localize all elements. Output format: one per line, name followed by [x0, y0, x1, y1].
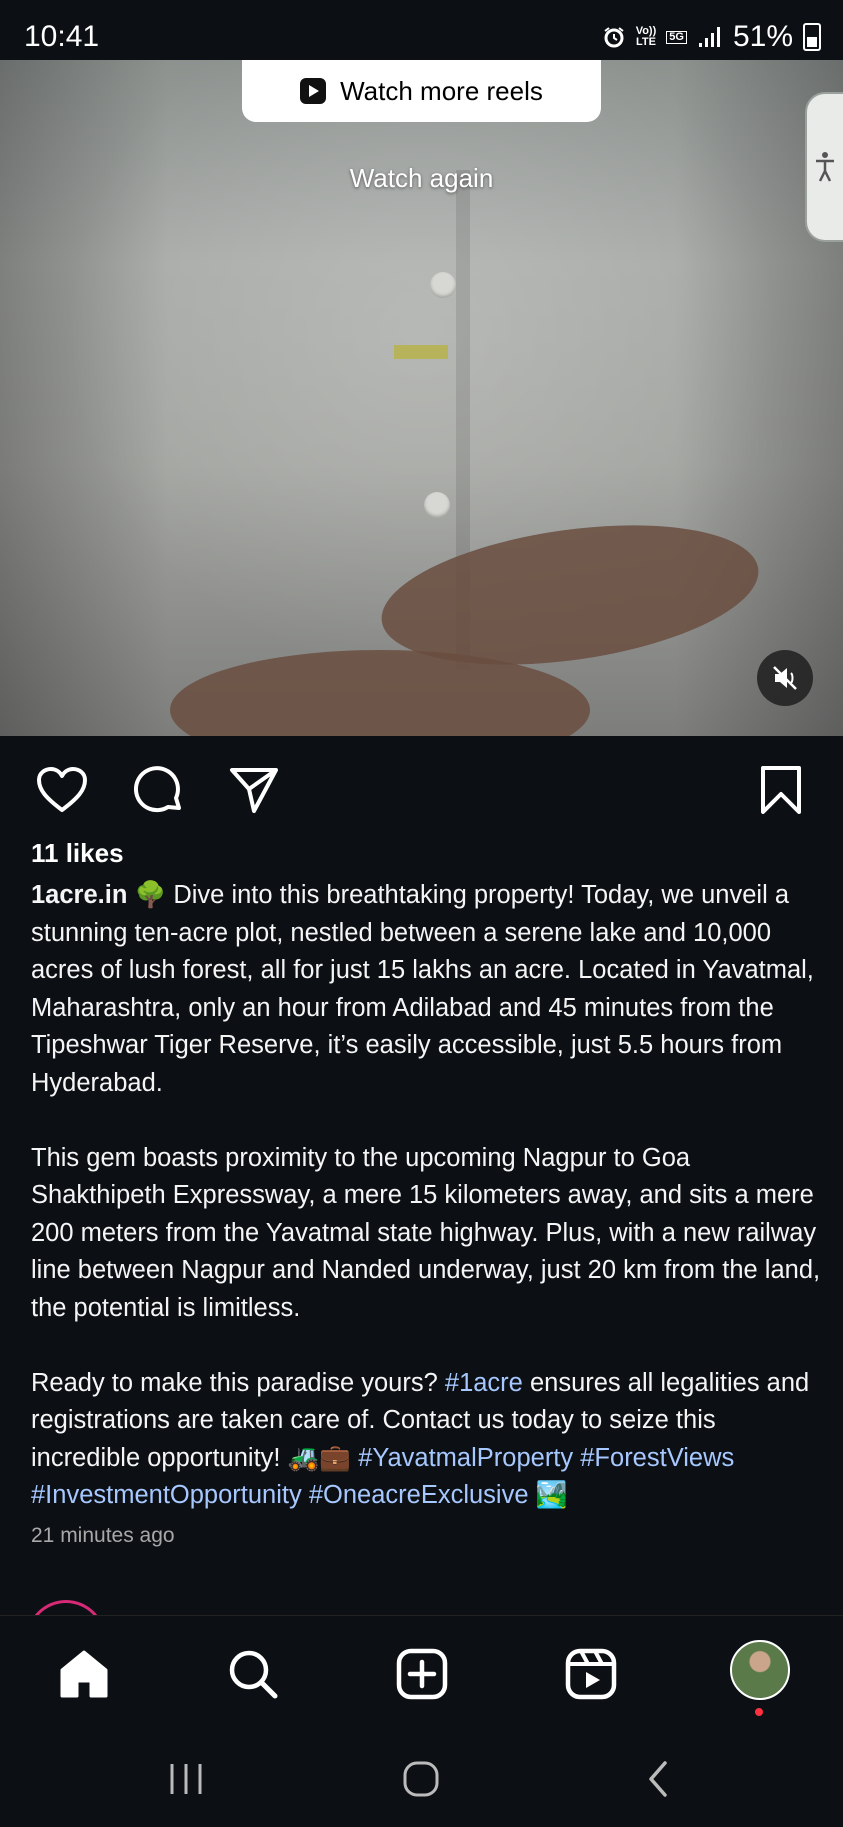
post-caption: 1acre.in 🌳 Dive into this breathtaking p… — [31, 877, 821, 1515]
caption-text: Ready to make this paradise yours? — [31, 1368, 445, 1397]
speaker-muted-icon — [773, 666, 797, 690]
tab-reels[interactable] — [563, 1646, 619, 1702]
comment-button[interactable] — [130, 762, 186, 818]
reels-icon — [565, 1648, 617, 1700]
reels-icon — [300, 78, 327, 104]
search-icon — [229, 1650, 278, 1699]
hashtag-link[interactable]: #1acre — [445, 1369, 523, 1397]
network-type: 5G — [666, 30, 687, 44]
watch-more-reels-label: Watch more reels — [340, 75, 543, 106]
recent-apps-button[interactable] — [156, 1751, 216, 1807]
hashtag-link[interactable]: #OneacreExclusive — [309, 1481, 529, 1509]
hashtag-link[interactable]: #InvestmentOpportunity — [31, 1481, 302, 1509]
post-username[interactable]: 1acre.in — [31, 881, 127, 909]
watch-again-button[interactable]: Watch again — [0, 163, 843, 194]
tab-create[interactable] — [394, 1646, 450, 1702]
notification-dot — [755, 1708, 763, 1716]
home-circle-icon — [403, 1761, 439, 1797]
tree-emoji: 🌳 — [134, 881, 167, 909]
share-button[interactable] — [226, 762, 282, 818]
reel-video[interactable]: Watch more reels Watch again — [0, 60, 843, 736]
accessibility-button[interactable] — [805, 92, 843, 242]
alarm-icon — [604, 27, 624, 48]
hashtag-link[interactable]: #ForestViews — [580, 1444, 734, 1472]
bookmark-icon — [761, 766, 801, 814]
send-icon — [230, 768, 278, 813]
save-button[interactable] — [753, 762, 809, 818]
back-chevron-icon — [649, 1761, 667, 1797]
watch-more-reels-button[interactable]: Watch more reels — [242, 60, 601, 122]
comment-icon — [133, 766, 181, 813]
landscape-emoji: 🏞️ — [535, 1481, 568, 1509]
shirt-button — [424, 492, 450, 518]
like-button[interactable] — [34, 762, 90, 818]
tractor-briefcase-emoji: 🚜💼 — [287, 1443, 352, 1472]
recent-apps-icon — [170, 1764, 202, 1794]
caption-text: Dive into this breathtaking property! To… — [31, 881, 814, 1097]
battery-icon — [803, 23, 821, 51]
tab-home[interactable] — [56, 1646, 112, 1702]
status-icons: Vo)) LTE 5G 51% — [602, 20, 821, 54]
signal-icon — [698, 27, 720, 47]
post-timestamp: 21 minutes ago — [31, 1524, 175, 1547]
likes-count[interactable]: 11 likes — [31, 838, 124, 869]
back-button[interactable] — [628, 1751, 688, 1807]
volte-indicator: Vo)) LTE — [635, 25, 657, 48]
caption-paragraph: This gem boasts proximity to the upcomin… — [31, 1143, 821, 1322]
status-time: 10:41 — [24, 20, 100, 53]
battery-level: 51% — [732, 20, 793, 53]
heart-icon — [37, 767, 87, 812]
caption-paragraph: 1acre.in 🌳 Dive into this breathtaking p… — [31, 877, 821, 1102]
accessibility-icon — [816, 152, 834, 182]
tab-search[interactable] — [225, 1646, 281, 1702]
shirt-button — [430, 272, 456, 298]
home-system-button[interactable] — [391, 1751, 451, 1807]
caption-paragraph: Ready to make this paradise yours? #1acr… — [31, 1365, 821, 1515]
status-bar: 10:41 Vo)) LTE 5G 51% — [0, 0, 843, 60]
system-navigation-bar — [0, 1733, 843, 1827]
hashtag-link[interactable]: #YavatmalProperty — [358, 1444, 573, 1472]
bottom-tab-bar — [0, 1615, 843, 1734]
shirt-tag — [394, 345, 448, 359]
home-icon — [60, 1650, 108, 1698]
plus-square-icon — [396, 1648, 448, 1700]
tab-profile-avatar[interactable] — [730, 1640, 790, 1700]
post-actions — [0, 736, 843, 846]
mute-button[interactable] — [757, 650, 813, 706]
